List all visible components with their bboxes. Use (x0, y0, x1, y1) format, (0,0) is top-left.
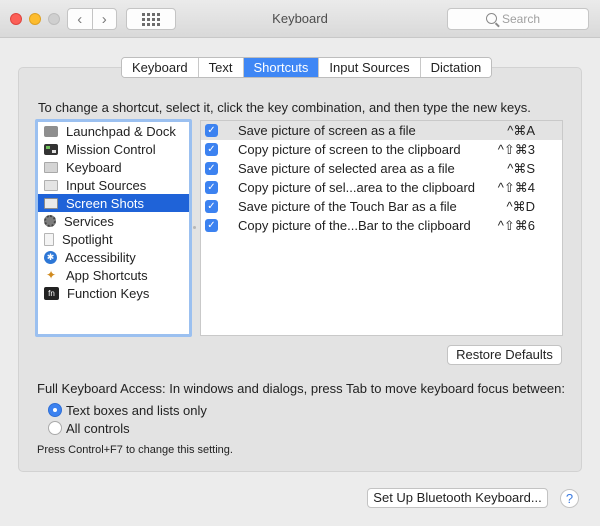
shortcut-checkbox[interactable]: ✓ (205, 124, 218, 137)
shortcut-row[interactable]: ✓ Save picture of the Touch Bar as a fil… (201, 197, 562, 216)
chevron-right-icon: › (101, 10, 107, 28)
grid-icon (142, 12, 160, 26)
category-label: Accessibility (65, 249, 136, 265)
shortcut-checkbox[interactable]: ✓ (205, 143, 218, 156)
shortcut-list[interactable]: ✓ Save picture of screen as a file ^⌘A ✓… (200, 120, 563, 336)
radio-button-selected[interactable] (48, 403, 62, 417)
shortcut-keys[interactable]: ^⇧⌘4 (498, 180, 535, 196)
category-item-keyboard[interactable]: Keyboard (38, 158, 189, 176)
category-label: Screen Shots (66, 195, 145, 211)
zoom-window-button[interactable] (48, 13, 60, 25)
minimize-window-button[interactable] (29, 13, 41, 25)
radio-label: All controls (66, 420, 130, 436)
shortcut-label: Copy picture of screen to the clipboard (238, 142, 461, 157)
shortcut-row[interactable]: ✓ Save picture of screen as a file ^⌘A (201, 121, 562, 140)
chevron-left-icon: ‹ (77, 10, 83, 28)
category-item-services[interactable]: Services (38, 212, 189, 230)
shortcut-row[interactable]: ✓ Save picture of selected area as a fil… (201, 159, 562, 178)
services-gear-icon (44, 215, 56, 227)
category-label: Input Sources (66, 177, 147, 193)
app-shortcuts-icon: ✦ (45, 268, 57, 282)
category-label: Launchpad & Dock (66, 123, 176, 139)
category-item-app-shortcuts[interactable]: ✦ App Shortcuts (38, 266, 189, 284)
shortcut-keys[interactable]: ^⌘D (507, 199, 536, 215)
shortcut-keys[interactable]: ^⌘S (507, 161, 535, 177)
tab-dictation[interactable]: Dictation (419, 58, 492, 77)
category-item-screen-shots[interactable]: Screen Shots (38, 194, 189, 212)
radio-text-boxes-lists[interactable]: Text boxes and lists only (48, 402, 207, 418)
shortcut-checkbox[interactable]: ✓ (205, 162, 218, 175)
shortcut-label: Save picture of screen as a file (238, 123, 416, 138)
category-item-input-sources[interactable]: Input Sources (38, 176, 189, 194)
category-item-spotlight[interactable]: Spotlight (38, 230, 189, 248)
search-placeholder: Search (502, 12, 541, 26)
shortcut-row[interactable]: ✓ Copy picture of sel...area to the clip… (201, 178, 562, 197)
shortcut-keys[interactable]: ^⇧⌘3 (498, 142, 535, 158)
spotlight-icon (44, 232, 54, 246)
radio-all-controls[interactable]: All controls (48, 420, 130, 436)
tab-shortcuts[interactable]: Shortcuts (242, 58, 319, 77)
shortcut-label: Copy picture of the...Bar to the clipboa… (238, 218, 471, 233)
back-forward-control: ‹ › (67, 8, 117, 30)
category-item-launchpad-dock[interactable]: Launchpad & Dock (38, 122, 189, 140)
close-window-button[interactable] (10, 13, 22, 25)
category-label: Function Keys (67, 285, 150, 301)
restore-defaults-button[interactable]: Restore Defaults (447, 345, 562, 365)
split-view-handle[interactable] (193, 226, 196, 229)
category-label: Spotlight (62, 231, 113, 247)
search-icon (486, 13, 497, 24)
shortcut-keys[interactable]: ^⌘A (507, 123, 535, 139)
category-label: App Shortcuts (66, 267, 148, 283)
keyboard-preferences-window: ‹ › Keyboard Search Keyboard Text Shortc… (0, 0, 600, 526)
accessibility-icon: ✱ (44, 250, 57, 264)
tab-bar: Keyboard Text Shortcuts Input Sources Di… (121, 57, 493, 78)
category-label: Services (64, 213, 114, 229)
radio-button[interactable] (48, 421, 62, 435)
help-button[interactable]: ? (560, 489, 579, 508)
set-up-bluetooth-keyboard-button[interactable]: Set Up Bluetooth Keyboard... (367, 488, 548, 508)
category-list[interactable]: Launchpad & Dock Mission Control Keyboar… (35, 119, 192, 337)
keyboard-icon (44, 161, 58, 173)
category-item-function-keys[interactable]: fn Function Keys (38, 284, 189, 302)
shortcut-label: Save picture of the Touch Bar as a file (238, 199, 457, 214)
category-label: Keyboard (66, 159, 122, 175)
shortcut-row[interactable]: ✓ Copy picture of the...Bar to the clipb… (201, 216, 562, 235)
back-button[interactable]: ‹ (68, 9, 92, 29)
control-f7-note: Press Control+F7 to change this setting. (37, 444, 233, 456)
category-item-accessibility[interactable]: ✱ Accessibility (38, 248, 189, 266)
fn-icon: fn (44, 286, 59, 300)
category-label: Mission Control (66, 141, 156, 157)
launchpad-icon (44, 125, 58, 137)
show-all-button[interactable] (126, 8, 176, 30)
input-sources-icon (44, 179, 58, 191)
shortcut-label: Copy picture of sel...area to the clipbo… (238, 180, 476, 195)
search-field[interactable]: Search (447, 8, 589, 30)
radio-label: Text boxes and lists only (66, 402, 207, 418)
title-bar: ‹ › Keyboard Search (0, 0, 600, 38)
screenshot-icon (44, 197, 58, 209)
tab-text[interactable]: Text (197, 58, 243, 77)
tab-input-sources[interactable]: Input Sources (318, 58, 420, 77)
instruction-text: To change a shortcut, select it, click t… (38, 100, 531, 115)
shortcut-checkbox[interactable]: ✓ (205, 181, 218, 194)
mission-control-icon (44, 143, 58, 155)
shortcut-keys[interactable]: ^⇧⌘6 (498, 218, 535, 234)
forward-button[interactable]: › (91, 9, 117, 29)
shortcut-checkbox[interactable]: ✓ (205, 200, 218, 213)
shortcut-checkbox[interactable]: ✓ (205, 219, 218, 232)
tab-keyboard[interactable]: Keyboard (122, 58, 198, 77)
full-keyboard-access-label: Full Keyboard Access: In windows and dia… (37, 381, 565, 396)
shortcut-label: Save picture of selected area as a file (238, 161, 455, 176)
shortcut-row[interactable]: ✓ Copy picture of screen to the clipboar… (201, 140, 562, 159)
category-item-mission-control[interactable]: Mission Control (38, 140, 189, 158)
